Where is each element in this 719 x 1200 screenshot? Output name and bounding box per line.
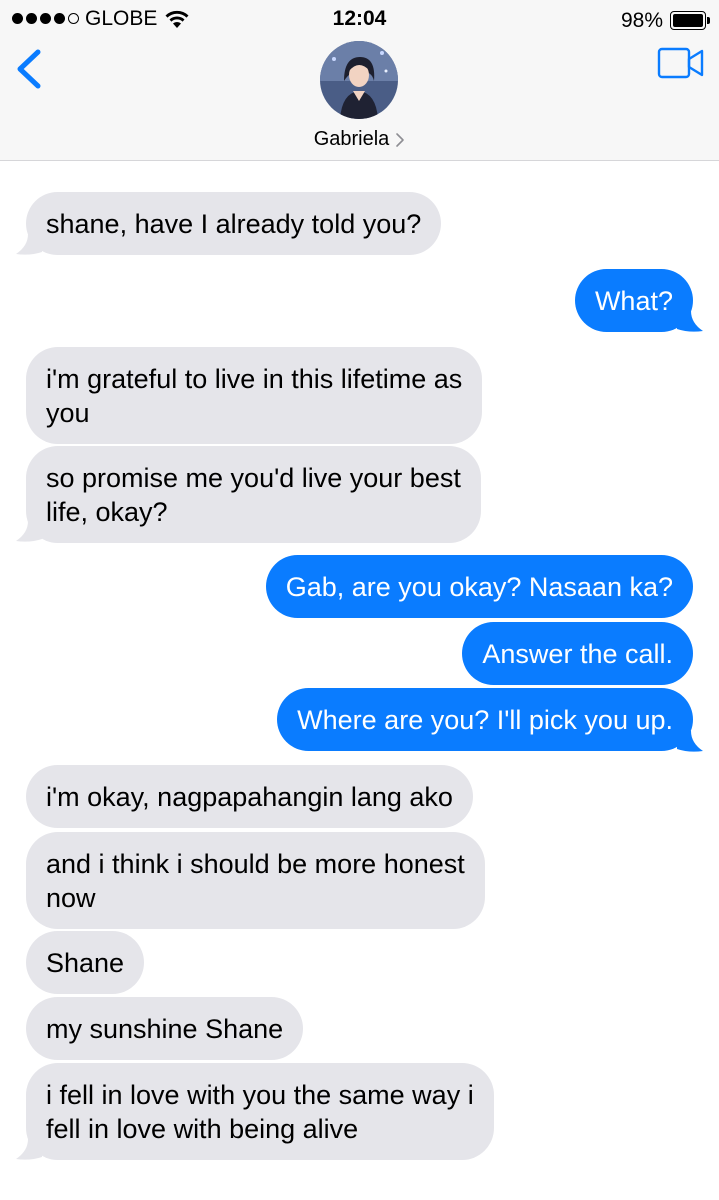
bubble-tail xyxy=(677,731,703,752)
video-call-button[interactable] xyxy=(656,46,706,80)
carrier-name: GLOBE xyxy=(85,7,158,30)
contact-name-row: Gabriela xyxy=(0,128,719,151)
incoming-message-bubble[interactable]: i fell in love with you the same way i f… xyxy=(26,1063,494,1160)
status-bar: GLOBE 12:04 98% xyxy=(0,0,719,40)
contact-details-link[interactable]: Gabriela xyxy=(314,128,406,151)
back-button[interactable] xyxy=(8,44,52,94)
video-camera-icon xyxy=(657,47,704,79)
bubble-tail xyxy=(16,234,42,255)
battery-icon xyxy=(670,11,710,30)
incoming-message-bubble[interactable]: my sunshine Shane xyxy=(26,997,304,1060)
signal-strength-icon xyxy=(12,13,79,24)
incoming-message-bubble[interactable]: and i think i should be more honest now xyxy=(26,832,485,929)
incoming-message-bubble[interactable]: i'm grateful to live in this lifetime as… xyxy=(26,347,483,444)
avatar-image xyxy=(320,41,398,119)
bubble-tail xyxy=(16,521,42,542)
outgoing-message-bubble[interactable]: Where are you? I'll pick you up. xyxy=(277,688,693,751)
incoming-message-bubble[interactable]: shane, have I already told you? xyxy=(26,192,442,255)
incoming-message-bubble[interactable]: i'm okay, nagpapahangin lang ako xyxy=(26,765,473,828)
outgoing-message-bubble[interactable]: What? xyxy=(574,269,693,332)
bubble-tail xyxy=(16,1139,42,1160)
contact-name: Gabriela xyxy=(313,128,390,150)
contact-avatar[interactable] xyxy=(320,41,398,119)
incoming-message-bubble[interactable]: Shane xyxy=(26,931,145,994)
message-thread[interactable]: shane, have I already told you? What? i'… xyxy=(0,161,719,1200)
outgoing-message-bubble[interactable]: Answer the call. xyxy=(462,622,693,685)
conversation-header: GLOBE 12:04 98% Gabriela xyxy=(0,0,719,161)
wifi-icon xyxy=(165,10,189,28)
outgoing-message-bubble[interactable]: Gab, are you okay? Nasaan ka? xyxy=(265,555,693,618)
chevron-left-icon xyxy=(17,49,41,89)
incoming-message-bubble[interactable]: so promise me you'd live your best life,… xyxy=(26,446,481,543)
chevron-right-icon xyxy=(396,132,405,147)
bubble-tail xyxy=(677,311,703,332)
battery-percentage: 98% xyxy=(621,9,664,32)
